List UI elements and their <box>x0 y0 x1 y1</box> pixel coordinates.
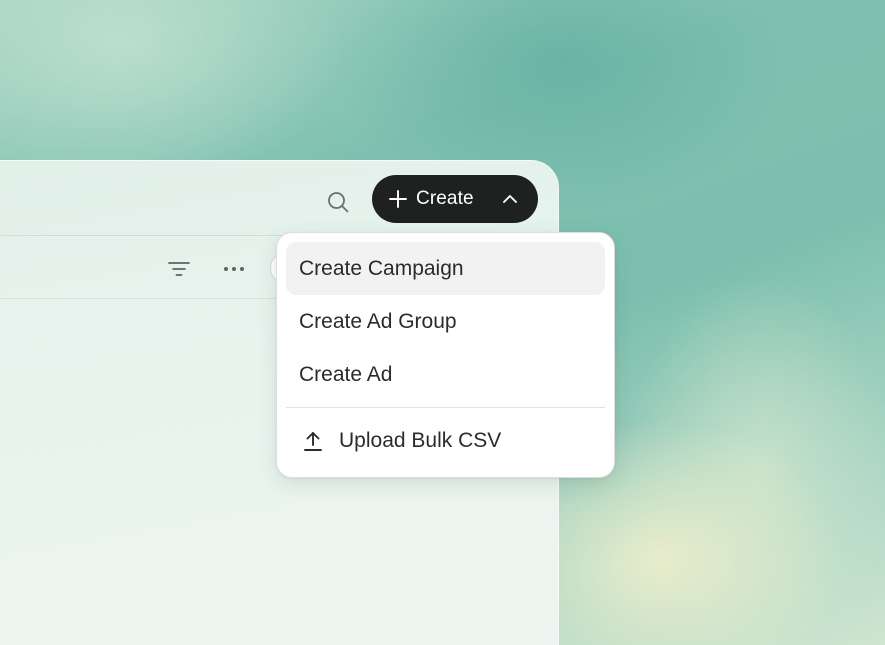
create-button[interactable]: Create <box>372 175 538 223</box>
app-header: Create <box>0 161 558 236</box>
chevron-up-icon[interactable] <box>500 189 520 209</box>
create-button-label: Create <box>416 188 474 209</box>
upload-icon <box>302 430 324 452</box>
create-dropdown-menu: Create Campaign Create Ad Group Create A… <box>276 232 615 478</box>
menu-item-label: Create Ad <box>299 362 393 386</box>
menu-item-upload-bulk-csv[interactable]: Upload Bulk CSV <box>286 414 605 467</box>
search-button[interactable] <box>321 185 355 219</box>
menu-divider <box>286 407 605 408</box>
plus-icon <box>388 189 408 209</box>
more-horizontal-icon <box>223 266 245 272</box>
menu-item-label: Upload Bulk CSV <box>339 428 502 452</box>
menu-item-label: Create Ad Group <box>299 309 457 333</box>
menu-item-create-ad-group[interactable]: Create Ad Group <box>286 295 605 348</box>
more-options-button[interactable] <box>220 255 248 283</box>
filter-button[interactable] <box>165 255 193 283</box>
filter-icon <box>167 259 191 279</box>
menu-item-create-ad[interactable]: Create Ad <box>286 348 605 401</box>
search-icon <box>326 190 350 214</box>
menu-item-label: Create Campaign <box>299 256 464 280</box>
menu-item-create-campaign[interactable]: Create Campaign <box>286 242 605 295</box>
